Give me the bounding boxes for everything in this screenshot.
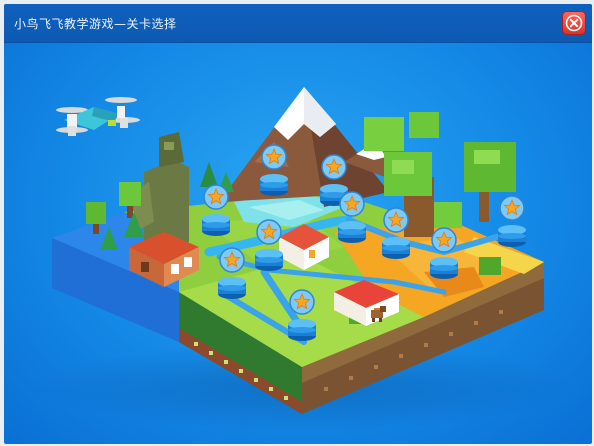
title-bar: 小鸟飞飞教学游戏—关卡选择 xyxy=(4,4,592,43)
level-node-6[interactable] xyxy=(498,195,526,247)
window-title: 小鸟飞飞教学游戏—关卡选择 xyxy=(14,17,177,31)
drone-icon xyxy=(56,97,140,136)
close-button[interactable] xyxy=(562,11,586,35)
game-window: 小鸟飞飞教学游戏—关卡选择 xyxy=(4,4,592,444)
close-icon xyxy=(565,14,583,32)
level-map xyxy=(34,87,574,432)
